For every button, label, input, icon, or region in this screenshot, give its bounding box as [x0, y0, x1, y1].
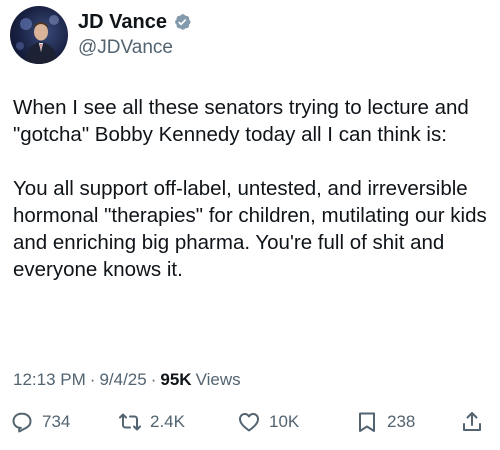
meta-separator: · — [89, 370, 96, 389]
author-names: JD Vance @JDVance — [78, 10, 192, 60]
like-count: 10K — [269, 412, 300, 431]
author-handle[interactable]: @JDVance — [78, 36, 192, 60]
bookmark-button[interactable]: 238 — [355, 410, 415, 434]
bookmark-count: 238 — [387, 412, 416, 431]
tweet: JD Vance @JDVance When I see all these s… — [0, 0, 500, 450]
avatar-image — [16, 15, 59, 64]
tweet-meta: 12:13 PM · 9/4/25 · 95K Views — [13, 370, 241, 390]
repost-icon — [119, 413, 141, 431]
meta-separator: · — [150, 370, 157, 389]
repost-button[interactable]: 2.4K — [118, 410, 185, 434]
like-button[interactable]: 10K — [237, 410, 299, 434]
bookmark-icon — [359, 412, 375, 432]
tweet-time[interactable]: 12:13 PM — [13, 370, 86, 390]
avatar[interactable] — [10, 6, 68, 64]
repost-count: 2.4K — [150, 412, 185, 431]
reply-count: 734 — [42, 412, 71, 431]
tweet-header: JD Vance @JDVance — [10, 6, 192, 64]
tweet-date[interactable]: 9/4/25 — [99, 370, 146, 390]
verified-badge-icon[interactable] — [172, 12, 192, 32]
share-button[interactable] — [460, 410, 484, 434]
name-row: JD Vance — [78, 10, 192, 34]
tweet-paragraph: You all support off-label, untested, and… — [13, 177, 487, 281]
share-icon — [463, 412, 481, 431]
display-name[interactable]: JD Vance — [78, 10, 167, 34]
reply-button[interactable]: 734 — [10, 410, 70, 434]
action-bar: 734 2.4K 10K 238 — [0, 402, 500, 442]
reply-icon — [12, 412, 32, 433]
views-label: Views — [195, 370, 241, 389]
heart-icon — [239, 413, 259, 432]
views-count[interactable]: 95K — [160, 370, 191, 390]
tweet-text: When I see all these senators trying to … — [13, 94, 493, 283]
tweet-paragraph: When I see all these senators trying to … — [13, 96, 469, 146]
